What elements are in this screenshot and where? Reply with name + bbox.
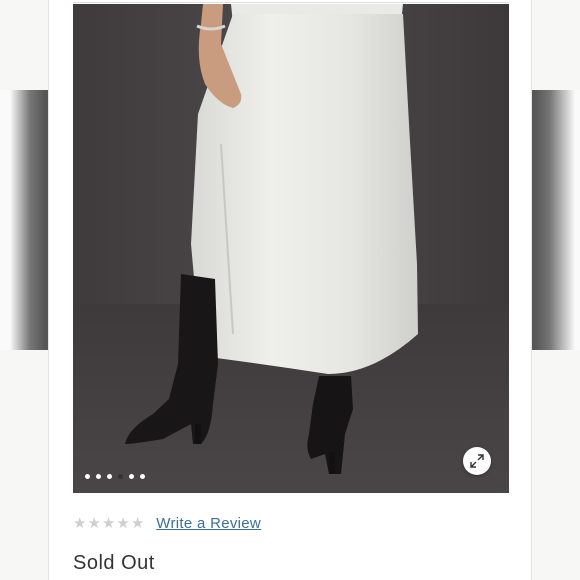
sold-out-status: Sold Out bbox=[73, 552, 155, 574]
product-image[interactable] bbox=[73, 4, 509, 493]
carousel-dot[interactable] bbox=[96, 474, 101, 479]
product-photo bbox=[73, 4, 509, 493]
carousel-dots bbox=[85, 474, 145, 479]
carousel-dot[interactable] bbox=[85, 474, 90, 479]
expand-image-button[interactable] bbox=[463, 447, 491, 475]
star-icon: ★ bbox=[73, 514, 87, 532]
carousel-dot-active[interactable] bbox=[118, 474, 123, 479]
carousel-dot[interactable] bbox=[107, 474, 112, 479]
write-review-link[interactable]: Write a Review bbox=[156, 515, 261, 532]
carousel-dot[interactable] bbox=[129, 474, 134, 479]
star-icon: ★ bbox=[116, 514, 130, 532]
carousel-dot[interactable] bbox=[140, 474, 145, 479]
star-rating: ★ ★ ★ ★ ★ bbox=[73, 514, 144, 532]
product-card: ★ ★ ★ ★ ★ Write a Review Sold Out bbox=[48, 0, 532, 580]
star-icon: ★ bbox=[130, 514, 145, 532]
star-icon: ★ bbox=[87, 514, 101, 532]
star-icon: ★ bbox=[101, 514, 116, 532]
rating-row: ★ ★ ★ ★ ★ Write a Review bbox=[73, 514, 261, 532]
expand-arrows-icon bbox=[470, 454, 484, 468]
divider bbox=[73, 2, 509, 3]
